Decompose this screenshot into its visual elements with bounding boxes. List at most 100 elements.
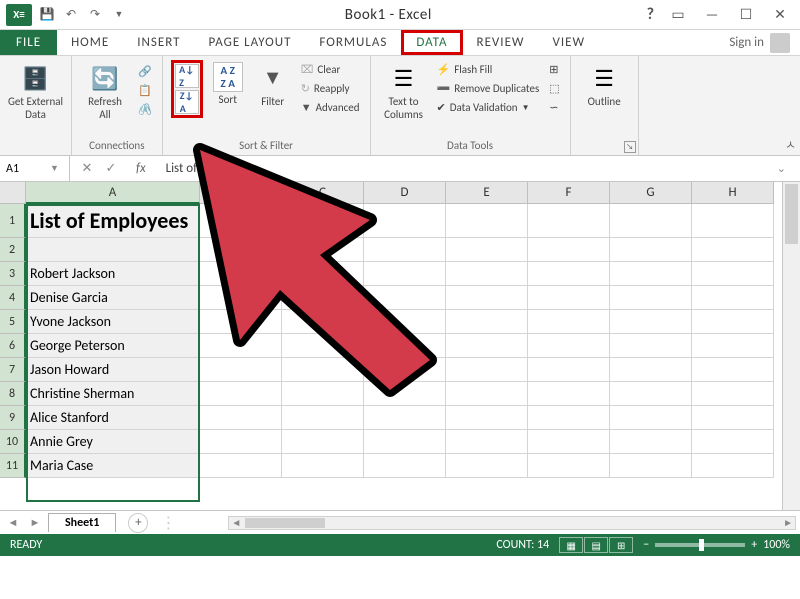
cell[interactable] bbox=[282, 334, 364, 358]
filter-button[interactable]: ▼ Filter bbox=[253, 60, 293, 111]
normal-view-button[interactable]: ▦ bbox=[559, 537, 583, 553]
cell[interactable] bbox=[610, 286, 692, 310]
column-header-G[interactable]: G bbox=[610, 182, 692, 204]
close-button[interactable]: ✕ bbox=[764, 4, 796, 26]
select-all-corner[interactable] bbox=[0, 182, 26, 204]
row-header[interactable]: 2 bbox=[0, 238, 26, 262]
save-icon[interactable]: 💾 bbox=[38, 6, 56, 24]
tab-view[interactable]: VIEW bbox=[539, 30, 600, 55]
cell[interactable] bbox=[200, 430, 282, 454]
sort-button[interactable]: A ZZ A Sort bbox=[209, 60, 247, 109]
cell[interactable] bbox=[528, 382, 610, 406]
cell[interactable] bbox=[200, 262, 282, 286]
customize-qat-dropdown-icon[interactable]: ▼ bbox=[110, 6, 128, 24]
cell[interactable] bbox=[200, 358, 282, 382]
cell[interactable] bbox=[528, 358, 610, 382]
cell[interactable] bbox=[200, 454, 282, 478]
cell[interactable] bbox=[200, 238, 282, 262]
cell[interactable] bbox=[610, 454, 692, 478]
sheet-nav-prev-icon[interactable]: ◄ bbox=[4, 516, 22, 529]
cell[interactable] bbox=[528, 430, 610, 454]
cell[interactable] bbox=[282, 238, 364, 262]
cell[interactable] bbox=[692, 454, 774, 478]
row-header[interactable]: 11 bbox=[0, 454, 26, 478]
undo-icon[interactable]: ↶ bbox=[62, 6, 80, 24]
cell[interactable]: Christine Sherman bbox=[26, 382, 200, 406]
consolidate-button[interactable]: ⊞ bbox=[547, 62, 561, 77]
cell[interactable] bbox=[200, 406, 282, 430]
cell[interactable] bbox=[200, 204, 282, 238]
cell[interactable] bbox=[610, 406, 692, 430]
row-header[interactable]: 10 bbox=[0, 430, 26, 454]
sort-ascending-button[interactable]: A↓Z bbox=[175, 64, 199, 88]
cell[interactable] bbox=[610, 430, 692, 454]
advanced-button[interactable]: ▼Advanced bbox=[299, 100, 362, 115]
cell[interactable] bbox=[528, 238, 610, 262]
column-header-D[interactable]: D bbox=[364, 182, 446, 204]
cell[interactable]: Jason Howard bbox=[26, 358, 200, 382]
cell[interactable] bbox=[528, 204, 610, 238]
column-header-C[interactable]: C bbox=[282, 182, 364, 204]
cell[interactable] bbox=[610, 204, 692, 238]
outline-button[interactable]: ☰ Outline bbox=[579, 60, 629, 111]
page-layout-view-button[interactable]: ▤ bbox=[584, 537, 608, 553]
column-header-A[interactable]: A bbox=[26, 182, 200, 204]
flash-fill-button[interactable]: ⚡Flash Fill bbox=[435, 62, 542, 77]
vertical-scrollbar[interactable] bbox=[782, 182, 800, 510]
cell[interactable] bbox=[364, 262, 446, 286]
cell[interactable] bbox=[610, 262, 692, 286]
name-box-input[interactable] bbox=[6, 162, 46, 176]
cell[interactable] bbox=[528, 406, 610, 430]
cell[interactable] bbox=[364, 358, 446, 382]
help-icon[interactable]: ? bbox=[647, 5, 654, 24]
column-header-H[interactable]: H bbox=[692, 182, 774, 204]
cell[interactable] bbox=[282, 262, 364, 286]
cell[interactable]: List of Employees bbox=[26, 204, 200, 238]
data-validation-button[interactable]: ✔Data Validation ▼ bbox=[435, 100, 542, 115]
cell[interactable] bbox=[26, 238, 200, 262]
cell[interactable] bbox=[364, 334, 446, 358]
name-box-dropdown-icon[interactable]: ▼ bbox=[50, 163, 59, 174]
remove-duplicates-button[interactable]: ➖Remove Duplicates bbox=[435, 81, 542, 96]
reapply-button[interactable]: ↻Reapply bbox=[299, 81, 362, 96]
cell[interactable] bbox=[446, 334, 528, 358]
cell[interactable] bbox=[692, 430, 774, 454]
cell[interactable] bbox=[282, 382, 364, 406]
cell[interactable] bbox=[692, 238, 774, 262]
cell[interactable] bbox=[692, 204, 774, 238]
tab-review[interactable]: REVIEW bbox=[463, 30, 539, 55]
cell[interactable]: Yvone Jackson bbox=[26, 310, 200, 334]
connections-button[interactable]: 🔗 bbox=[136, 64, 154, 79]
cell[interactable] bbox=[692, 310, 774, 334]
cell[interactable] bbox=[364, 204, 446, 238]
cell[interactable] bbox=[610, 382, 692, 406]
cell[interactable] bbox=[282, 430, 364, 454]
cell[interactable] bbox=[692, 262, 774, 286]
cell[interactable] bbox=[364, 238, 446, 262]
cell[interactable] bbox=[610, 334, 692, 358]
cell[interactable] bbox=[446, 238, 528, 262]
cell[interactable] bbox=[364, 310, 446, 334]
cell[interactable] bbox=[446, 204, 528, 238]
edit-links-button[interactable]: 🖇️ bbox=[136, 102, 154, 117]
zoom-percent[interactable]: 100% bbox=[763, 538, 790, 552]
minimize-button[interactable]: — bbox=[696, 4, 728, 26]
row-header[interactable]: 1 bbox=[0, 204, 26, 238]
clear-button[interactable]: ⌧Clear bbox=[299, 62, 362, 77]
cell[interactable] bbox=[692, 382, 774, 406]
cell[interactable]: Alice Stanford bbox=[26, 406, 200, 430]
column-header-F[interactable]: F bbox=[528, 182, 610, 204]
cell[interactable] bbox=[692, 406, 774, 430]
tab-insert[interactable]: INSERT bbox=[123, 30, 194, 55]
cell[interactable] bbox=[528, 262, 610, 286]
text-to-columns-button[interactable]: ☰ Text to Columns bbox=[379, 60, 429, 123]
relationships-button[interactable]: ∽ bbox=[547, 100, 561, 115]
cell[interactable] bbox=[282, 204, 364, 238]
cell[interactable] bbox=[528, 334, 610, 358]
cell[interactable] bbox=[200, 334, 282, 358]
tab-data[interactable]: DATA bbox=[401, 30, 462, 55]
cell[interactable] bbox=[528, 454, 610, 478]
maximize-button[interactable]: ☐ bbox=[730, 4, 762, 26]
cell[interactable] bbox=[364, 454, 446, 478]
cancel-formula-icon[interactable]: ✕ bbox=[78, 161, 96, 176]
